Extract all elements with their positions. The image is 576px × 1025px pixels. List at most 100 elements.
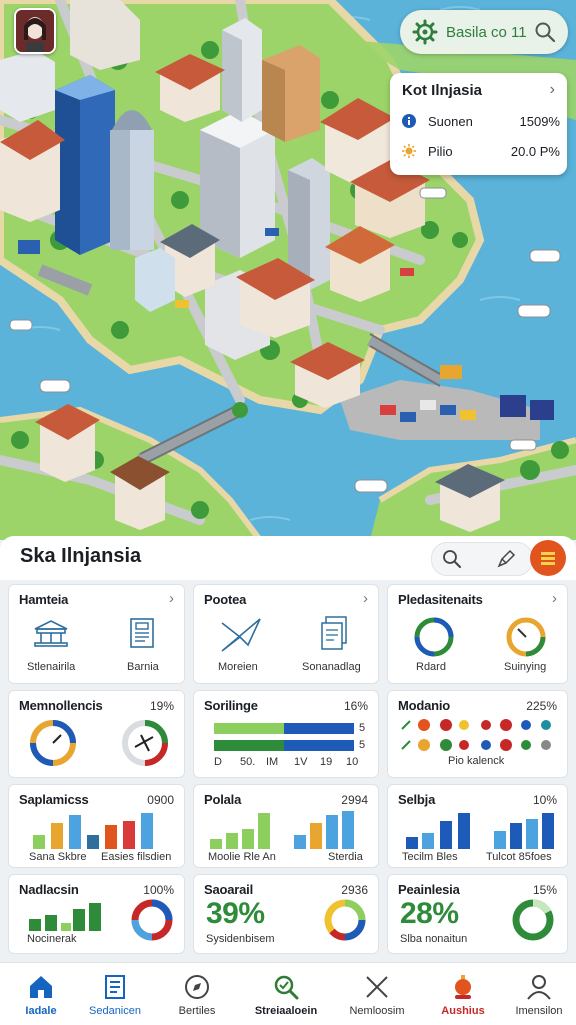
avatar[interactable] [14, 8, 56, 54]
card-value: 2994 [341, 793, 368, 807]
info-row: Suonen 1509% [402, 111, 560, 131]
donut-gauge-icon [414, 617, 454, 657]
big-stat: 39% [206, 897, 265, 930]
card-title: Modanio [398, 698, 451, 713]
card-item-label: Sterdia [328, 851, 363, 863]
panel-tools [431, 542, 533, 576]
dashboard-panel-header: Ska Ilnjansia [0, 536, 576, 580]
menu-button[interactable] [530, 540, 566, 576]
card-sorilinge[interactable]: Sorilinge 16% 5 5 D 50. IM 1V 19 10 [193, 690, 379, 778]
card-item-label: Stlenairila [27, 661, 76, 673]
nav-item-home[interactable]: Iadale [0, 963, 82, 1025]
card-value: 100% [143, 883, 174, 897]
donut-chart [512, 899, 554, 941]
axis-tick: IM [266, 756, 279, 768]
card-value: 19% [149, 699, 174, 713]
documents-icon [321, 616, 347, 650]
nav-item-search[interactable]: Streiaaloein [245, 963, 327, 1025]
card-item-label: Easies filsdien [101, 851, 172, 863]
card-title: Saoarail [204, 882, 253, 897]
card-item-label: Sonanadlag [302, 661, 361, 673]
search-icon[interactable] [534, 21, 556, 43]
city-map[interactable]: Basila co 11 Kot Ilnjasia › Suonen 1509% [0, 0, 576, 540]
progress-bar [214, 740, 354, 751]
search-icon[interactable] [442, 549, 462, 569]
card-modanio[interactable]: Modanio 225% Pio kalenck [387, 690, 568, 778]
user-icon [527, 975, 551, 1000]
chevron-right-icon[interactable]: › [552, 590, 557, 607]
card-value: 16% [343, 699, 368, 713]
info-icon [402, 114, 416, 128]
bottom-navigation: Iadale Sedanicen Bertiles Streiaaloein N… [0, 962, 576, 1025]
card-selbja[interactable]: Selbja 10% Tecilm Bles Tulcot 85foes [387, 784, 568, 868]
chevron-right-icon[interactable]: › [550, 81, 555, 99]
card-nadlacsin[interactable]: Nadlacsin 100% Nocinerak [8, 874, 185, 954]
search-label[interactable]: Basila co 11 [446, 24, 534, 41]
card-title: Selbja [398, 792, 436, 807]
dial-gauge-icon [506, 617, 546, 657]
compass-icon [185, 975, 209, 999]
card-title: Peainlesia [398, 882, 460, 897]
chevron-right-icon[interactable]: › [363, 590, 368, 607]
card-item-label: Tecilm Bles [402, 851, 458, 863]
location-info-card[interactable]: Kot Ilnjasia › Suonen 1509% Pilio 20.0 P [390, 73, 567, 175]
edit-pen-icon[interactable] [496, 549, 516, 569]
card-saoarail[interactable]: Saoarail 2936 39% Sysidenbisem [193, 874, 379, 954]
card-item-label: Moolie Rle An [208, 851, 276, 863]
card-item-label: Sysidenbisem [206, 933, 275, 945]
bar-chart [29, 903, 101, 931]
donut-chart [131, 899, 173, 941]
search-icon [274, 975, 299, 1000]
card-item-label: Sana Skbre [29, 851, 87, 863]
nav-label: Aushius [441, 1005, 485, 1017]
nav-label: Bertiles [178, 1005, 216, 1017]
nav-item-alerts[interactable]: Aushius [422, 963, 504, 1025]
progress-bar-fill [284, 740, 354, 751]
axis-tick: D [214, 756, 222, 768]
info-row-name: Pilio [428, 143, 453, 159]
panel-title: Ska Ilnjansia [20, 545, 142, 567]
card-pootea[interactable]: Pootea › Moreien Sonanadlag [193, 584, 379, 684]
sun-icon [402, 144, 416, 158]
card-memnollencis[interactable]: Memnollencis 19% [8, 690, 185, 778]
bank-icon [34, 620, 68, 647]
card-value: 225% [526, 699, 557, 713]
gear-icon[interactable] [412, 19, 438, 45]
card-title: Saplamicss [19, 792, 89, 807]
card-caption: Pio kalenck [448, 755, 505, 767]
axis-tick: 1V [294, 756, 308, 768]
axis-tick: 10 [346, 756, 359, 768]
card-title: Nadlacsin [19, 882, 79, 897]
card-title: Pootea [204, 592, 247, 607]
nav-item-close[interactable]: Nemloosim [336, 963, 418, 1025]
card-item-label: Rdard [416, 661, 446, 673]
bar-chart [33, 813, 153, 849]
document-icon [105, 975, 125, 999]
progress-bar-value: 5 [359, 722, 366, 734]
card-peainlesia[interactable]: Peainlesia 15% 28% Slba nonaitun [387, 874, 568, 954]
info-card-title: Kot Ilnjasia [402, 82, 483, 99]
card-title: Sorilinge [204, 698, 258, 713]
card-saplamicss[interactable]: Saplamicss 0900 Sana Skbre Easies filsdi… [8, 784, 185, 868]
card-pledasitenaits[interactable]: Pledasitenaits › Rdard Suinying [387, 584, 568, 684]
nav-item-compass[interactable]: Bertiles [156, 963, 238, 1025]
location-search-bar[interactable]: Basila co 11 [400, 10, 568, 54]
status-icon-grid [401, 719, 551, 751]
nav-item-profile[interactable]: Imensilon [498, 963, 576, 1025]
progress-bar [214, 723, 354, 734]
big-stat: 28% [400, 897, 459, 930]
axis-tick: 19 [320, 756, 333, 768]
card-item-label: Slba nonaitun [400, 933, 468, 945]
document-icon [130, 618, 154, 648]
plane-icon [221, 618, 261, 652]
card-title: Memnollencis [19, 698, 103, 713]
card-polala[interactable]: Polala 2994 Moolie Rle An Sterdia [193, 784, 379, 868]
card-item-label: Barnia [127, 661, 159, 673]
nav-item-documents[interactable]: Sedanicen [74, 963, 156, 1025]
card-title: Pledasitenaits [398, 592, 483, 607]
progress-bar-fill [284, 723, 354, 734]
card-hamteia[interactable]: Hamteia › Stlenairila Barnia [8, 584, 185, 684]
nav-label: Nemloosim [349, 1005, 405, 1017]
chevron-right-icon[interactable]: › [169, 590, 174, 607]
card-item-label: Tulcot 85foes [486, 851, 552, 863]
